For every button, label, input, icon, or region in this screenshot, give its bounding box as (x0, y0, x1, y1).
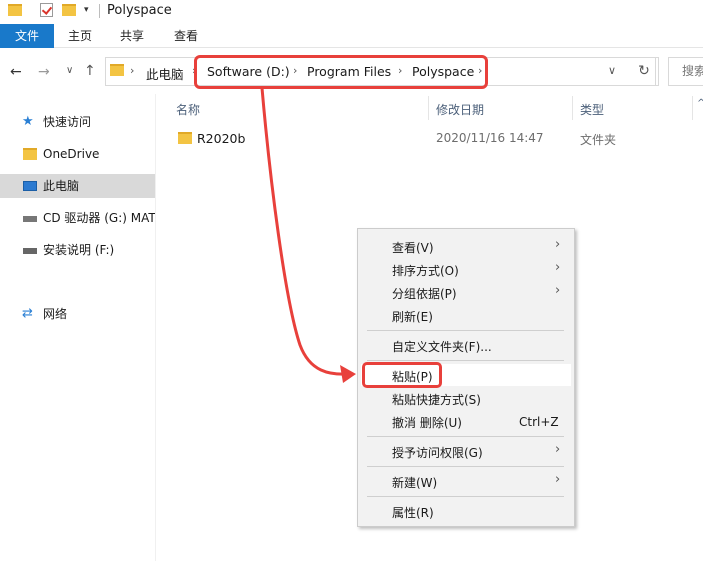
search-input[interactable]: 搜索 (668, 57, 703, 86)
star-icon: ★ (22, 114, 34, 129)
up-icon[interactable]: ↑ (84, 63, 96, 79)
menu-item-paste-shortcut[interactable]: 粘贴快捷方式(S) (392, 391, 481, 408)
properties-check-icon[interactable] (40, 3, 53, 17)
menu-item-give-access[interactable]: 授予访问权限(G) (392, 444, 483, 461)
sidebar-item-label: 网络 (43, 307, 68, 321)
refresh-icon[interactable]: ↻ (630, 57, 659, 86)
submenu-arrow-icon: › (555, 283, 561, 298)
folder-icon[interactable] (8, 4, 22, 16)
menu-item-customize-folder[interactable]: 自定义文件夹(F)... (392, 338, 492, 355)
sort-chevron-icon: ^ (697, 98, 703, 109)
menu-separator (367, 330, 564, 331)
menu-item-undo-delete[interactable]: 撤消 删除(U) (392, 414, 462, 431)
drive-icon (23, 248, 37, 254)
menu-item-group-by[interactable]: 分组依据(P) (392, 285, 457, 302)
submenu-arrow-icon: › (555, 472, 561, 487)
tab-file[interactable]: 文件 (0, 24, 54, 48)
back-icon[interactable]: ← (10, 64, 22, 80)
column-divider[interactable] (428, 96, 429, 120)
submenu-arrow-icon: › (555, 237, 561, 252)
forward-icon[interactable]: → (38, 64, 50, 80)
undo-shortcut: Ctrl+Z (519, 415, 559, 429)
window-title: Polyspace (107, 3, 172, 18)
sidebar-item-label: 安装说明 (F:) (43, 243, 115, 257)
network-icon: ⇄ (22, 306, 33, 321)
sidebar-item-cd-drive[interactable]: CD 驱动器 (G:) MAT (0, 206, 155, 230)
menu-separator (367, 360, 564, 361)
sidebar-item-quick-access[interactable]: ★ 快速访问 (0, 110, 155, 134)
column-divider[interactable] (692, 96, 693, 120)
paste-annotation-box (362, 362, 442, 388)
column-divider[interactable] (572, 96, 573, 120)
title-bar: ▾ Polyspace (0, 0, 703, 24)
cd-drive-icon (23, 216, 37, 222)
folder-icon (178, 132, 192, 144)
sidebar-item-label: CD 驱动器 (G:) MAT (43, 211, 155, 225)
menu-item-properties[interactable]: 属性(R) (392, 504, 434, 521)
tab-share[interactable]: 共享 (114, 24, 150, 48)
column-header-type[interactable]: 类型 (580, 101, 604, 118)
title-separator (99, 4, 100, 18)
recent-locations-icon[interactable]: ∨ (66, 65, 73, 76)
tab-view[interactable]: 查看 (168, 24, 204, 48)
sidebar-item-this-pc[interactable]: 此电脑 (0, 174, 155, 198)
sidebar-item-label: 快速访问 (43, 115, 92, 129)
menu-separator (367, 436, 564, 437)
sidebar-item-label: 此电脑 (43, 179, 80, 193)
sidebar-item-install-drive[interactable]: 安装说明 (F:) (0, 238, 155, 262)
chevron-right-icon[interactable]: › (130, 64, 134, 77)
tab-home[interactable]: 主页 (62, 24, 98, 48)
submenu-arrow-icon: › (555, 260, 561, 275)
menu-separator (367, 496, 564, 497)
address-annotation-box (194, 55, 488, 89)
sidebar-item-network[interactable]: ⇄ 网络 (0, 302, 155, 326)
sidebar-item-label: OneDrive (43, 147, 100, 161)
menu-item-refresh[interactable]: 刷新(E) (392, 308, 433, 325)
computer-icon (23, 181, 37, 191)
menu-item-new[interactable]: 新建(W) (392, 474, 437, 491)
submenu-arrow-icon: › (555, 442, 561, 457)
file-date: 2020/11/16 14:47 (436, 131, 544, 145)
column-header-name[interactable]: 名称 (176, 101, 200, 118)
folder-icon (23, 148, 37, 160)
menu-item-sort-by[interactable]: 排序方式(O) (392, 262, 459, 279)
menu-item-view[interactable]: 查看(V) (392, 239, 434, 256)
breadcrumb-this-pc[interactable]: 此电脑 (146, 64, 184, 83)
menu-separator (367, 466, 564, 467)
address-folder-icon (110, 64, 124, 76)
ribbon-tabs: 文件 主页 共享 查看 (0, 24, 703, 48)
address-history-dropdown-icon[interactable]: ∨ (608, 64, 616, 77)
sidebar-item-onedrive[interactable]: OneDrive (0, 142, 155, 166)
file-type: 文件夹 (580, 133, 617, 147)
new-folder-icon[interactable] (62, 4, 76, 16)
column-header-date[interactable]: 修改日期 (436, 101, 484, 118)
file-name[interactable]: R2020b (197, 131, 245, 146)
quick-access-dropdown-icon[interactable]: ▾ (84, 5, 89, 15)
